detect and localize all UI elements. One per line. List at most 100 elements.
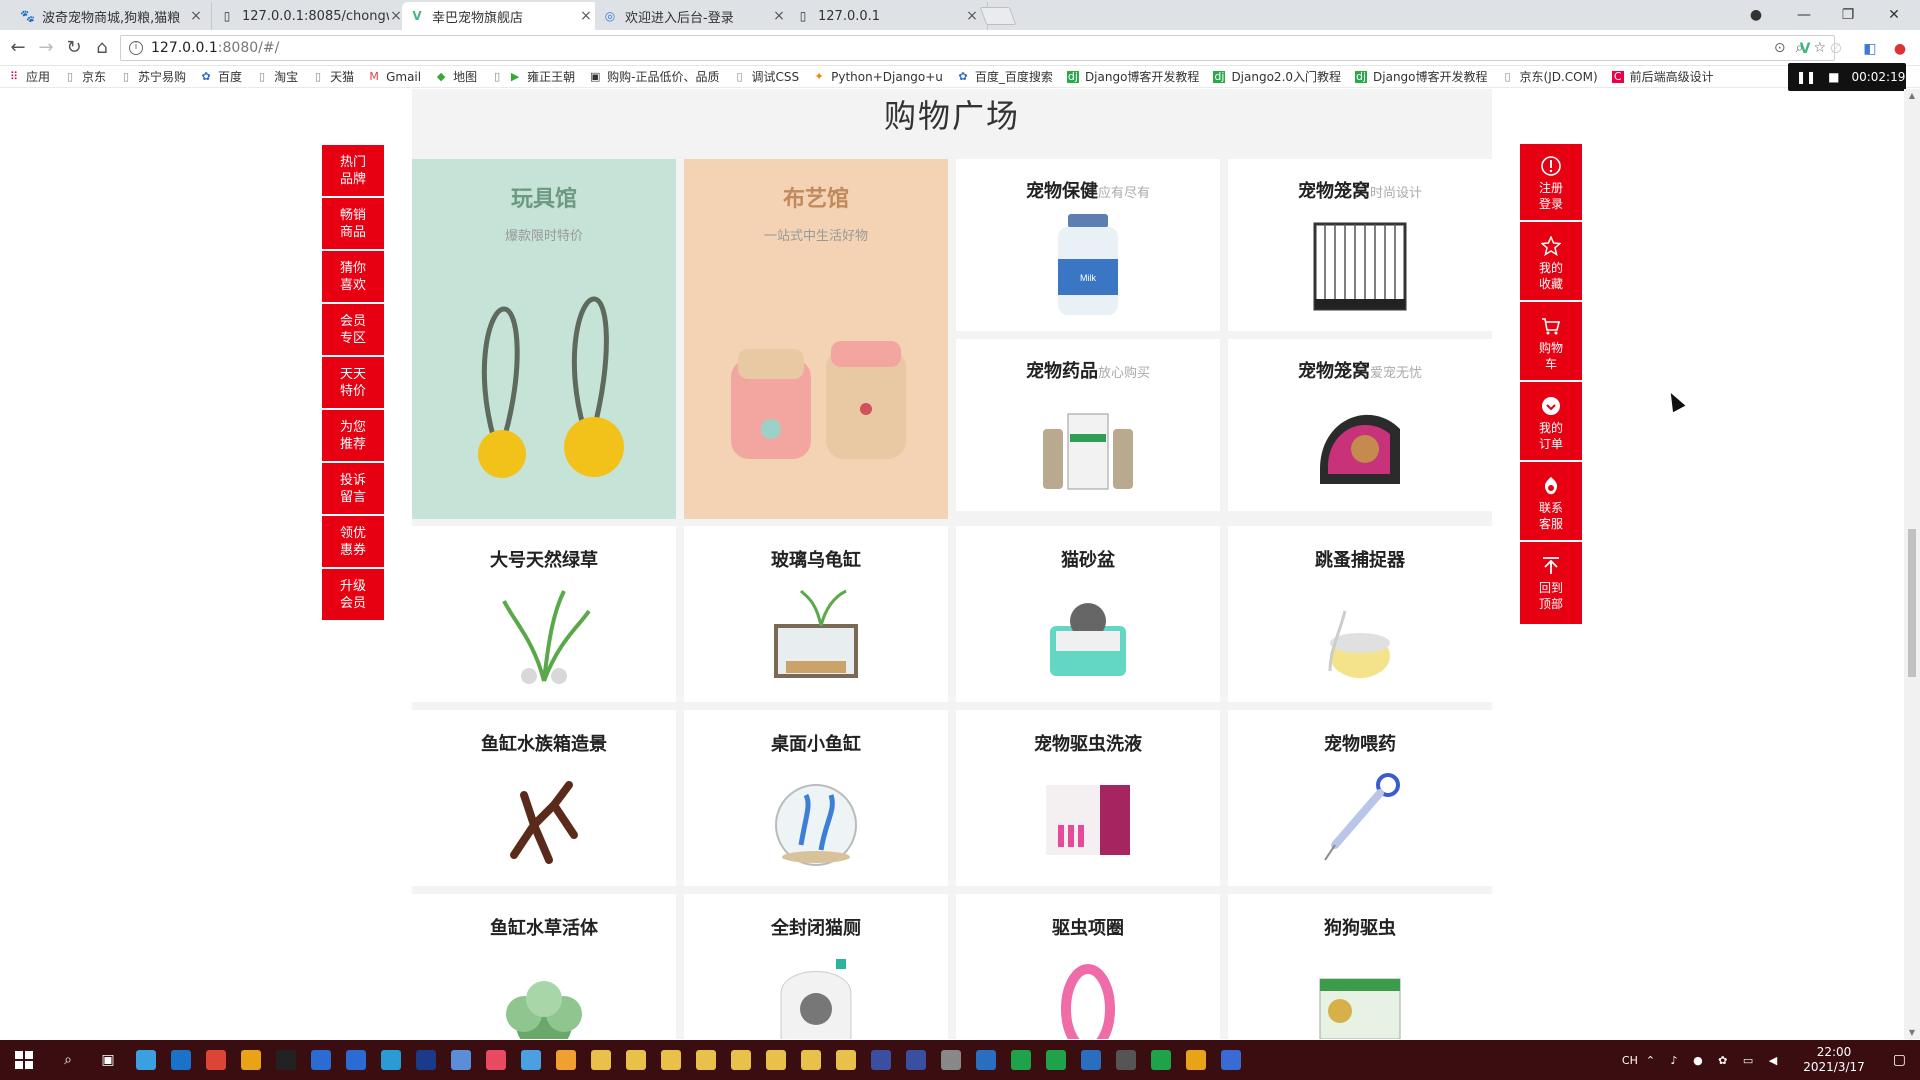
ie-icon[interactable] — [338, 1040, 373, 1080]
app-icon[interactable] — [933, 1040, 968, 1080]
ie-icon[interactable] — [303, 1040, 338, 1080]
bookmark-item[interactable]: ▯ 苏宁易购 — [120, 68, 186, 85]
right-bar-item[interactable]: 联系客服 — [1520, 464, 1582, 542]
feature-card-toys[interactable]: 玩具馆 爆款限时特价 — [412, 159, 676, 519]
bookmark-item[interactable]: ▯ 天猫 — [312, 68, 354, 85]
clock[interactable]: 22:00 2021/3/17 — [1803, 1045, 1865, 1075]
back-icon[interactable]: ← — [6, 37, 30, 61]
powershell-icon[interactable] — [898, 1040, 933, 1080]
photoshop-icon[interactable] — [408, 1040, 443, 1080]
side-nav-item[interactable]: 热门 品牌 — [322, 145, 384, 196]
side-nav-item[interactable]: 为您 推荐 — [322, 410, 384, 461]
product-card[interactable]: 鱼缸水族箱造景 — [412, 710, 676, 886]
right-bar-item[interactable]: 购物车 — [1520, 304, 1582, 382]
minimize-button[interactable]: — — [1782, 0, 1826, 30]
close-icon[interactable]: × — [772, 8, 786, 24]
right-bar-item[interactable]: 我的订单 — [1520, 384, 1582, 462]
tab-1[interactable]: 🐾 波奇宠物商城,狗粮,猫粮 × — [12, 2, 212, 30]
powershell-icon[interactable] — [863, 1040, 898, 1080]
product-card[interactable]: 宠物喂药 — [1228, 710, 1492, 886]
close-icon[interactable]: × — [965, 8, 979, 24]
terminal-icon[interactable] — [268, 1040, 303, 1080]
bookmark-item[interactable]: M Gmail — [368, 70, 421, 84]
app-icon[interactable] — [548, 1040, 583, 1080]
qq-browser-icon[interactable] — [163, 1040, 198, 1080]
product-card[interactable]: 玻璃乌龟缸 — [684, 526, 948, 702]
folder-icon[interactable] — [653, 1040, 688, 1080]
address-bar[interactable]: i 127.0.0.1:8080/#/ ⊙ ⌕ ☆ — [120, 35, 1835, 61]
folder-icon[interactable] — [758, 1040, 793, 1080]
app-icon[interactable] — [373, 1040, 408, 1080]
page-scrollbar[interactable]: ▲ ▼ — [1904, 89, 1920, 1039]
app-icon[interactable] — [233, 1040, 268, 1080]
product-card[interactable]: 狗狗驱虫 — [1228, 894, 1492, 1039]
extension-icon[interactable]: ● — [1892, 41, 1908, 57]
tab-2[interactable]: ▯ 127.0.0.1:8085/chongw × — [212, 2, 412, 30]
right-bar-item[interactable]: 我的收藏 — [1520, 224, 1582, 302]
scroll-thumb[interactable] — [1908, 529, 1916, 677]
bookmark-item[interactable]: ▯ ▶ 雍正王朝 — [491, 68, 575, 85]
tab-3-active[interactable]: V 幸巴宠物旗舰店 × — [402, 2, 602, 30]
vue-devtools-icon[interactable]: V — [1797, 41, 1813, 57]
side-nav-item[interactable]: 畅销 商品 — [322, 198, 384, 249]
ime-indicator[interactable]: CH — [1622, 1054, 1638, 1067]
folder-icon[interactable] — [828, 1040, 863, 1080]
close-icon[interactable]: × — [389, 8, 403, 24]
bookmark-item[interactable]: ▯ 调试CSS — [733, 68, 799, 85]
side-nav-item[interactable]: 会员 专区 — [322, 304, 384, 355]
feature-card-fabric[interactable]: 布艺馆 一站式中生活好物 — [684, 159, 948, 519]
category-card-cage[interactable]: 宠物笼窝时尚设计 — [1228, 159, 1492, 331]
pycharm-icon[interactable] — [1038, 1040, 1073, 1080]
folder-icon[interactable] — [583, 1040, 618, 1080]
pycharm-icon[interactable] — [1003, 1040, 1038, 1080]
stop-icon[interactable]: ■ — [1828, 70, 1839, 84]
app-icon[interactable] — [443, 1040, 478, 1080]
wechat-icon[interactable] — [128, 1040, 163, 1080]
search-icon[interactable]: ⌕ — [48, 1040, 88, 1080]
side-nav-item[interactable]: 升级 会员 — [322, 569, 384, 620]
side-nav-item[interactable]: 猜你 喜欢 — [322, 251, 384, 302]
bookmark-item[interactable]: ▯ 淘宝 — [256, 68, 298, 85]
hbuilder-icon[interactable] — [1143, 1040, 1178, 1080]
product-card[interactable]: 猫砂盆 — [956, 526, 1220, 702]
app-icon[interactable] — [513, 1040, 548, 1080]
forward-icon[interactable]: → — [34, 37, 58, 61]
bookmark-item[interactable]: C 前后端高级设计 — [1611, 68, 1714, 85]
category-card-health[interactable]: 宠物保健应有尽有 Milk — [956, 159, 1220, 331]
pause-icon[interactable]: ❚❚ — [1796, 70, 1816, 84]
product-card[interactable]: 宠物驱虫洗液 — [956, 710, 1220, 886]
info-icon[interactable]: i — [129, 41, 143, 55]
product-card[interactable]: 鱼缸水草活体 — [412, 894, 676, 1039]
bookmark-item[interactable]: dj Django2.0入门教程 — [1213, 68, 1341, 85]
extension-icon[interactable]: ∅ — [1828, 41, 1844, 57]
new-tab-button[interactable] — [979, 7, 1017, 25]
app-icon[interactable] — [1178, 1040, 1213, 1080]
start-button[interactable] — [0, 1040, 48, 1080]
product-card[interactable]: 驱虫项圈 — [956, 894, 1220, 1039]
restore-button[interactable]: ❐ — [1826, 0, 1870, 30]
bookmark-apps[interactable]: ⠿ 应用 — [8, 68, 50, 85]
side-nav-item[interactable]: 领优 惠券 — [322, 516, 384, 567]
folder-icon[interactable] — [688, 1040, 723, 1080]
side-nav-item[interactable]: 天天 特价 — [322, 357, 384, 408]
reload-icon[interactable]: ↻ — [62, 37, 86, 61]
bookmark-item[interactable]: ✿ 百度_百度搜索 — [957, 68, 1053, 85]
notification-icon[interactable]: ▢ — [1893, 1052, 1906, 1068]
product-card[interactable]: 桌面小鱼缸 — [684, 710, 948, 886]
product-card[interactable]: 全封闭猫厕 — [684, 894, 948, 1039]
folder-icon[interactable] — [618, 1040, 653, 1080]
close-icon[interactable]: × — [579, 8, 593, 24]
bookmark-item[interactable]: ✦ Python+Django+u — [813, 70, 943, 84]
product-card[interactable]: 跳蚤捕捉器 — [1228, 526, 1492, 702]
scroll-down-icon[interactable]: ▼ — [1907, 1028, 1917, 1037]
profile-icon[interactable]: ● — [1734, 0, 1778, 30]
tray-icons[interactable]: ⌃ ♪ ● ✿ ▭ ◀ — [1646, 1054, 1783, 1067]
category-card-medicine[interactable]: 宠物药品放心购买 — [956, 339, 1220, 511]
bookmark-item[interactable]: ▯ 京东 — [64, 68, 106, 85]
extension-icon[interactable]: ◧ — [1862, 41, 1878, 57]
vscode-icon[interactable] — [1073, 1040, 1108, 1080]
right-bar-item[interactable]: 注册登录 — [1520, 144, 1582, 222]
bookmark-item[interactable]: dj Django博客开发教程 — [1355, 68, 1488, 85]
side-nav-item[interactable]: 投诉 留言 — [322, 463, 384, 514]
scroll-up-icon[interactable]: ▲ — [1907, 91, 1917, 100]
